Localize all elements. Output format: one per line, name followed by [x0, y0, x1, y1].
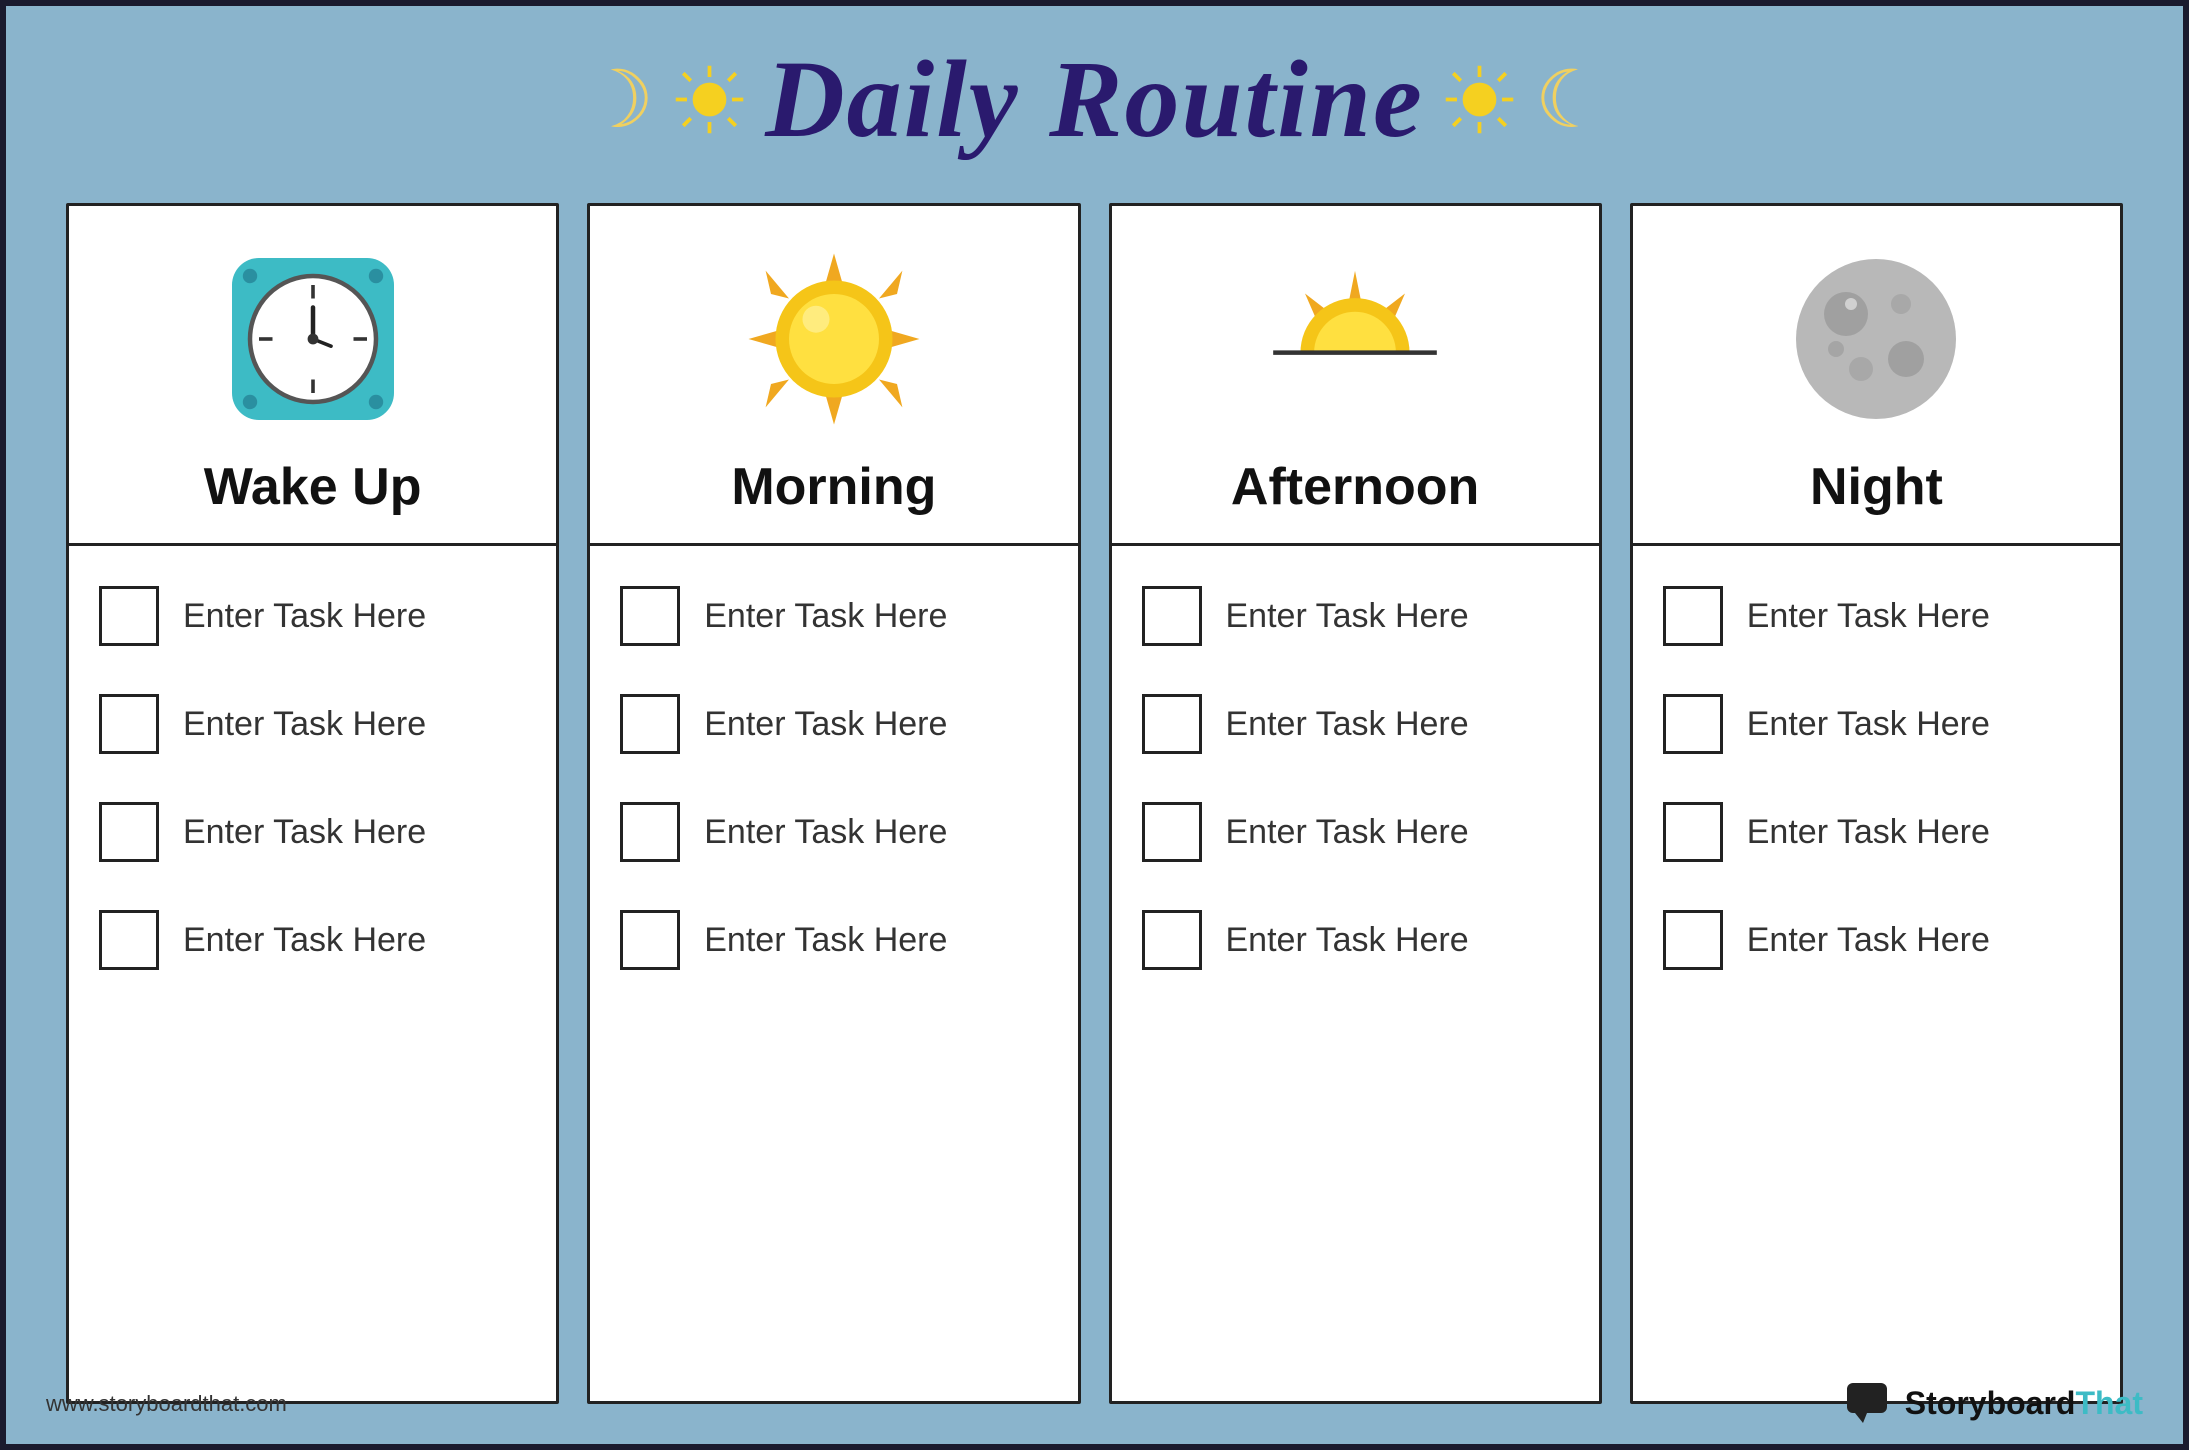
page-container: ☽ Daily Routine: [6, 6, 2183, 1444]
night-icon-area: [1776, 239, 1976, 439]
task-item: Enter Task Here: [99, 694, 526, 754]
header-left-moon-icon: ☽: [583, 53, 655, 146]
task-checkbox[interactable]: [99, 910, 159, 970]
task-item: Enter Task Here: [620, 910, 1047, 970]
morning-title: Morning: [731, 457, 936, 517]
afternoon-header: Afternoon: [1112, 206, 1599, 546]
columns-container: Wake Up Enter Task Here Enter Task Here …: [66, 203, 2123, 1404]
task-checkbox[interactable]: [620, 802, 680, 862]
task-item: Enter Task Here: [1663, 910, 2090, 970]
afternoon-icon-area: [1255, 239, 1455, 439]
wake-up-tasks: Enter Task Here Enter Task Here Enter Ta…: [69, 546, 556, 1401]
task-label[interactable]: Enter Task Here: [183, 813, 426, 852]
afternoon-icon: [1255, 254, 1455, 424]
task-item: Enter Task Here: [1142, 586, 1569, 646]
task-label[interactable]: Enter Task Here: [183, 705, 426, 744]
column-afternoon: Afternoon Enter Task Here Enter Task Her…: [1109, 203, 1602, 1404]
task-checkbox[interactable]: [1142, 802, 1202, 862]
task-item: Enter Task Here: [1142, 802, 1569, 862]
task-label[interactable]: Enter Task Here: [1226, 921, 1469, 960]
task-item: Enter Task Here: [1663, 694, 2090, 754]
task-checkbox[interactable]: [620, 910, 680, 970]
task-label[interactable]: Enter Task Here: [704, 813, 947, 852]
task-item: Enter Task Here: [620, 586, 1047, 646]
column-wake-up: Wake Up Enter Task Here Enter Task Here …: [66, 203, 559, 1404]
task-item: Enter Task Here: [99, 802, 526, 862]
morning-tasks: Enter Task Here Enter Task Here Enter Ta…: [590, 546, 1077, 1401]
task-label[interactable]: Enter Task Here: [183, 597, 426, 636]
task-checkbox[interactable]: [620, 586, 680, 646]
afternoon-title: Afternoon: [1231, 457, 1479, 517]
morning-sun-icon: [744, 249, 924, 429]
task-item: Enter Task Here: [1142, 910, 1569, 970]
task-checkbox[interactable]: [1663, 802, 1723, 862]
task-label[interactable]: Enter Task Here: [704, 921, 947, 960]
header-left-sun-icon: [672, 62, 747, 137]
task-label[interactable]: Enter Task Here: [1747, 705, 1990, 744]
task-item: Enter Task Here: [1663, 586, 2090, 646]
morning-header: Morning: [590, 206, 1077, 546]
task-checkbox[interactable]: [1142, 586, 1202, 646]
task-item: Enter Task Here: [99, 586, 526, 646]
task-item: Enter Task Here: [99, 910, 526, 970]
task-checkbox[interactable]: [99, 802, 159, 862]
brand-name-text: Storyboard: [1905, 1385, 2076, 1421]
night-title: Night: [1810, 457, 1943, 517]
task-item: Enter Task Here: [1663, 802, 2090, 862]
brand-name: StoryboardThat: [1905, 1385, 2143, 1422]
wake-up-title: Wake Up: [204, 457, 422, 517]
task-checkbox[interactable]: [1663, 694, 1723, 754]
clock-icon: [223, 249, 403, 429]
task-label[interactable]: Enter Task Here: [704, 705, 947, 744]
header: ☽ Daily Routine: [66, 36, 2123, 163]
task-checkbox[interactable]: [99, 694, 159, 754]
footer: www.storyboardthat.com StoryboardThat: [46, 1381, 2143, 1426]
night-tasks: Enter Task Here Enter Task Here Enter Ta…: [1633, 546, 2120, 1401]
task-label[interactable]: Enter Task Here: [1747, 813, 1990, 852]
task-checkbox[interactable]: [1663, 910, 1723, 970]
task-label[interactable]: Enter Task Here: [1226, 813, 1469, 852]
wake-up-icon-area: [213, 239, 413, 439]
task-checkbox[interactable]: [99, 586, 159, 646]
header-right-moon-icon: ☾: [1535, 53, 1607, 146]
task-item: Enter Task Here: [620, 694, 1047, 754]
task-label[interactable]: Enter Task Here: [1226, 597, 1469, 636]
task-label[interactable]: Enter Task Here: [183, 921, 426, 960]
footer-brand: StoryboardThat: [1845, 1381, 2143, 1426]
column-morning: Morning Enter Task Here Enter Task Here …: [587, 203, 1080, 1404]
night-header: Night: [1633, 206, 2120, 546]
task-checkbox[interactable]: [1142, 910, 1202, 970]
task-label[interactable]: Enter Task Here: [1226, 705, 1469, 744]
header-right-sun-icon: [1442, 62, 1517, 137]
afternoon-tasks: Enter Task Here Enter Task Here Enter Ta…: [1112, 546, 1599, 1401]
morning-icon-area: [734, 239, 934, 439]
task-item: Enter Task Here: [1142, 694, 1569, 754]
task-checkbox[interactable]: [1142, 694, 1202, 754]
brand-icon: [1845, 1381, 1895, 1426]
brand-suffix: That: [2075, 1385, 2143, 1421]
task-label[interactable]: Enter Task Here: [1747, 597, 1990, 636]
page-title: Daily Routine: [765, 36, 1424, 163]
task-checkbox[interactable]: [620, 694, 680, 754]
column-night: Night Enter Task Here Enter Task Here En…: [1630, 203, 2123, 1404]
task-label[interactable]: Enter Task Here: [1747, 921, 1990, 960]
wake-up-header: Wake Up: [69, 206, 556, 546]
task-item: Enter Task Here: [620, 802, 1047, 862]
task-label[interactable]: Enter Task Here: [704, 597, 947, 636]
task-checkbox[interactable]: [1663, 586, 1723, 646]
footer-url: www.storyboardthat.com: [46, 1391, 287, 1417]
night-moon-icon: [1786, 249, 1966, 429]
